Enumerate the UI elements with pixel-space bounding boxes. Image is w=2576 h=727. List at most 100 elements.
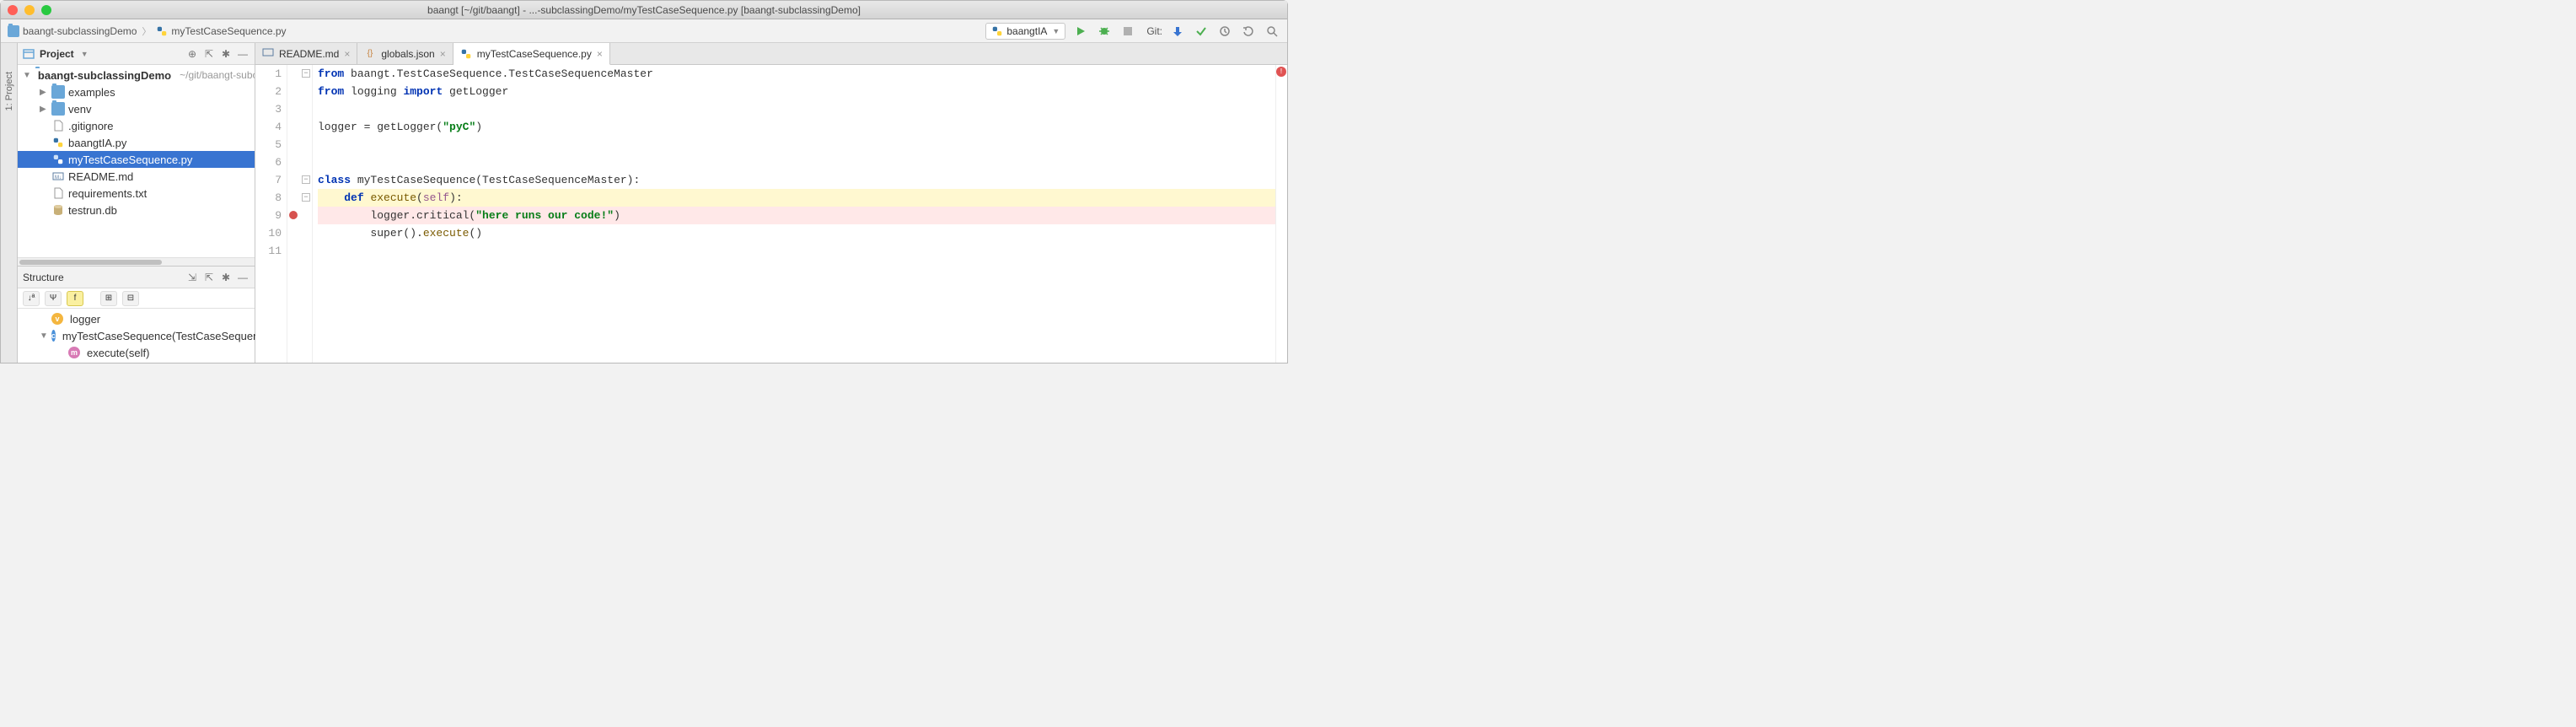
hide-button[interactable]: — — [236, 271, 250, 284]
project-tree[interactable]: ▼ baangt-subclassingDemo ~/git/baangt-su… — [18, 65, 255, 257]
fold-gutter[interactable]: − − − — [301, 65, 313, 363]
run-config-selector[interactable]: baangtIA ▼ — [985, 23, 1065, 40]
stop-button[interactable] — [1119, 23, 1136, 40]
tree-item[interactable]: testrun.db — [18, 202, 255, 218]
code-line[interactable]: class myTestCaseSequence(TestCaseSequenc… — [318, 171, 1275, 189]
svg-text:M↓: M↓ — [55, 175, 62, 180]
history-button[interactable] — [1216, 23, 1233, 40]
project-panel-header: Project ▼ ⊕ ⇱ ✱ — — [18, 43, 255, 65]
editor-tab[interactable]: myTestCaseSequence.py× — [453, 43, 610, 65]
code-line[interactable]: super().execute() — [318, 224, 1275, 242]
error-stripe[interactable]: ! — [1275, 65, 1287, 363]
code-line[interactable]: logger = getLogger("pyC") — [318, 118, 1275, 136]
tree-item-label: venv — [68, 103, 91, 116]
settings-icon[interactable]: ✱ — [219, 47, 233, 61]
settings-icon[interactable]: ✱ — [219, 271, 233, 284]
main-area: 1: Project Project ▼ ⊕ ⇱ ✱ — ▼ baangt-su… — [1, 43, 1287, 363]
code-lines[interactable]: from baangt.TestCaseSequence.TestCaseSeq… — [313, 65, 1275, 363]
folder-icon — [51, 85, 65, 99]
tree-item[interactable]: myTestCaseSequence.py — [18, 151, 255, 168]
breadcrumb-project[interactable]: baangt-subclassingDemo — [8, 25, 137, 37]
code-line[interactable]: logger.critical("here runs our code!") — [318, 207, 1275, 224]
structure-toolbar: ↓ª Ψ f ⊞ ⊟ — [18, 288, 255, 309]
locate-button[interactable]: ⊕ — [185, 47, 199, 61]
debug-button[interactable] — [1096, 23, 1113, 40]
scrollbar-thumb[interactable] — [19, 260, 162, 265]
expand-all-button[interactable]: ⊞ — [100, 291, 117, 306]
gutter-marks[interactable] — [287, 65, 301, 363]
expand-arrow-icon[interactable]: ▶ — [40, 105, 48, 114]
collapse-all-button[interactable]: ⊟ — [122, 291, 139, 306]
filter-button[interactable]: Ψ — [45, 291, 62, 306]
code-line[interactable] — [318, 242, 1275, 260]
code-line[interactable]: from logging import getLogger — [318, 83, 1275, 100]
json-icon: {} — [364, 46, 376, 61]
editor-tab[interactable]: {}globals.json× — [357, 43, 453, 64]
fold-toggle-icon[interactable]: − — [302, 69, 310, 78]
code-line[interactable] — [318, 153, 1275, 171]
tree-item[interactable]: ▶ examples — [18, 83, 255, 100]
close-tab-icon[interactable]: × — [440, 48, 446, 60]
tree-item[interactable]: .gitignore — [18, 117, 255, 134]
code-line[interactable] — [318, 136, 1275, 153]
code-line[interactable] — [318, 100, 1275, 118]
tree-item[interactable]: ▶ venv — [18, 100, 255, 117]
close-tab-icon[interactable]: × — [597, 48, 603, 60]
python-icon — [460, 48, 472, 60]
tree-item-label: baangt-subclassingDemo — [38, 69, 171, 82]
hide-button[interactable]: — — [236, 47, 250, 61]
variable-icon: v — [51, 313, 63, 325]
expand-arrow-icon[interactable]: ▶ — [40, 88, 48, 97]
project-view-icon — [23, 48, 35, 60]
tab-label: README.md — [279, 48, 339, 60]
expand-arrow-icon[interactable]: ▼ — [23, 71, 31, 80]
tree-item-label: baangtIA.py — [68, 137, 126, 149]
fold-toggle-icon[interactable]: − — [302, 175, 310, 184]
expand-button[interactable]: ⇲ — [185, 271, 199, 284]
run-config-label: baangtIA — [1006, 25, 1047, 37]
breadcrumb-file[interactable]: myTestCaseSequence.py — [156, 25, 286, 37]
fold-toggle-icon[interactable]: − — [302, 193, 310, 202]
structure-item[interactable]: mexecute(self) — [18, 344, 255, 361]
structure-tree[interactable]: vlogger▼cmyTestCaseSequence(TestCaseSequ… — [18, 309, 255, 363]
project-tool-tab[interactable]: 1: Project — [4, 68, 14, 114]
code-line[interactable]: def execute(self): — [318, 189, 1275, 207]
folder-icon — [8, 25, 19, 37]
structure-item[interactable]: vlogger — [18, 310, 255, 327]
structure-item[interactable]: ▼cmyTestCaseSequence(TestCaseSequenceMas… — [18, 327, 255, 344]
tree-item-label: README.md — [68, 170, 133, 183]
tree-item[interactable]: requirements.txt — [18, 185, 255, 202]
toolbar-right: baangtIA ▼ Git: — [985, 23, 1280, 40]
tree-item[interactable]: M↓ README.md — [18, 168, 255, 185]
collapse-all-button[interactable]: ⇱ — [202, 47, 216, 61]
tree-item-label: requirements.txt — [68, 187, 147, 200]
method-icon: m — [68, 347, 80, 358]
run-button[interactable] — [1072, 23, 1089, 40]
breakpoint-icon[interactable] — [289, 211, 298, 219]
git-commit-button[interactable] — [1193, 23, 1210, 40]
code-editor[interactable]: 1234567891011 −−− from baangt.TestCaseSe… — [255, 65, 1287, 363]
search-button[interactable] — [1264, 23, 1280, 40]
tree-item-label: examples — [68, 86, 115, 99]
scrollbar-horizontal[interactable] — [18, 257, 255, 266]
structure-item-label: logger — [70, 313, 100, 326]
chevron-down-icon[interactable]: ▼ — [81, 50, 89, 58]
tree-item[interactable]: baangtIA.py — [18, 134, 255, 151]
python-icon — [156, 25, 168, 37]
revert-button[interactable] — [1240, 23, 1257, 40]
python-icon — [51, 153, 65, 166]
close-tab-icon[interactable]: × — [344, 48, 350, 60]
code-line[interactable]: from baangt.TestCaseSequence.TestCaseSeq… — [318, 65, 1275, 83]
collapse-button[interactable]: ⇱ — [202, 271, 216, 284]
project-panel-title: Project — [40, 48, 74, 60]
git-update-button[interactable] — [1169, 23, 1186, 40]
error-indicator-icon[interactable]: ! — [1276, 67, 1286, 77]
python-icon — [991, 25, 1003, 37]
tree-item-path: ~/git/baangt-subclassingDemo — [180, 69, 255, 81]
tree-root[interactable]: ▼ baangt-subclassingDemo ~/git/baangt-su… — [18, 67, 255, 83]
sort-button[interactable]: ↓ª — [23, 291, 40, 306]
editor-tab[interactable]: README.md × — [255, 43, 357, 64]
fields-button[interactable]: f — [67, 291, 83, 306]
expand-arrow-icon[interactable]: ▼ — [40, 331, 48, 341]
structure-panel-header: Structure ⇲ ⇱ ✱ — — [18, 267, 255, 288]
